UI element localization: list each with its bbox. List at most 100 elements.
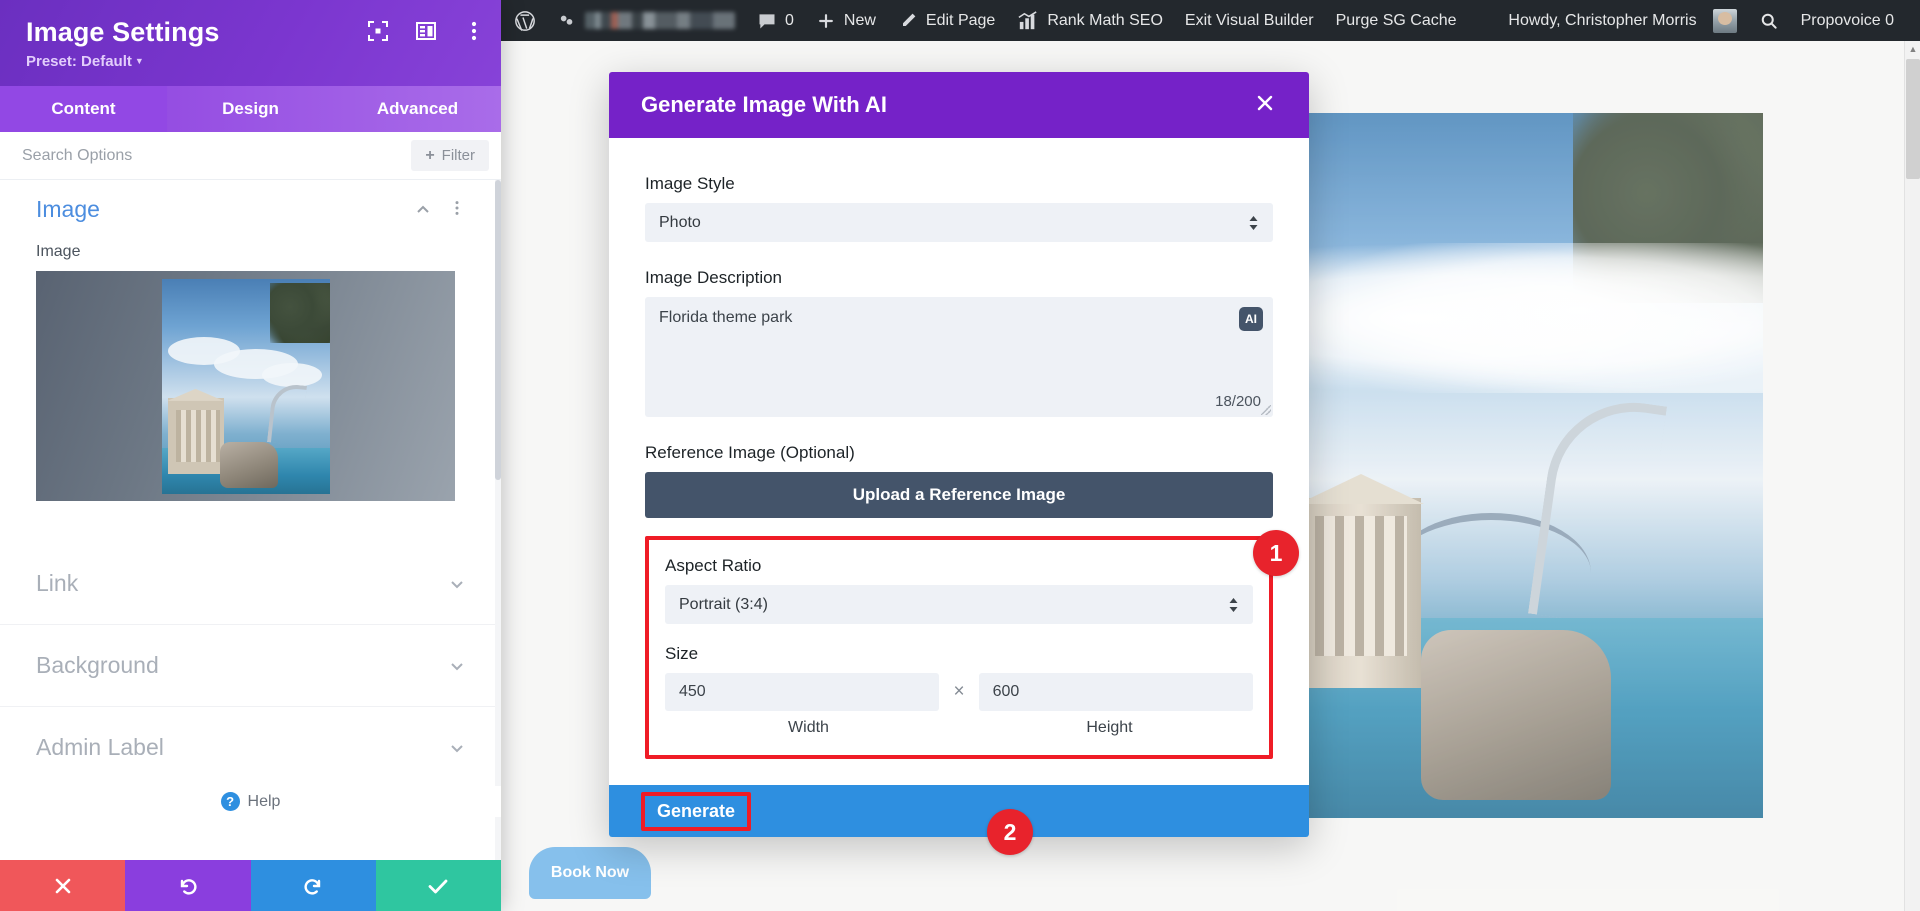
section-background-label: Background	[36, 652, 159, 679]
size-label: Size	[665, 644, 699, 663]
edit-page-button[interactable]: Edit Page	[887, 0, 1006, 41]
propovoice-button[interactable]: Propovoice 0	[1790, 0, 1920, 41]
width-input[interactable]	[665, 673, 940, 711]
image-style-label: Image Style	[645, 174, 735, 193]
panel-scrollbar[interactable]	[495, 180, 501, 860]
ai-badge-icon[interactable]: AI	[1239, 307, 1263, 331]
tab-content[interactable]: Content	[0, 86, 167, 133]
redo-button[interactable]	[250, 860, 376, 911]
focus-icon[interactable]	[367, 20, 389, 42]
annotation-marker-1: 1	[1253, 530, 1299, 576]
section-admin-label-label: Admin Label	[36, 734, 164, 761]
comments-button[interactable]: 0	[746, 0, 805, 41]
settings-panel-body: Image Image Link Background Admin Label …	[0, 180, 501, 860]
admin-search-button[interactable]	[1748, 0, 1790, 41]
rank-math-button[interactable]: Rank Math SEO	[1006, 0, 1174, 41]
aspect-ratio-select[interactable]: Portrait (3:4)	[665, 585, 1253, 624]
select-arrows-icon	[1228, 597, 1239, 613]
plus-icon	[818, 13, 833, 28]
section-background[interactable]: Background	[0, 625, 501, 708]
redo-icon	[304, 878, 321, 894]
image-style-field: Image Style Photo	[645, 174, 1273, 242]
propovoice-label: Propovoice 0	[1800, 11, 1894, 29]
exit-visual-builder-label: Exit Visual Builder	[1184, 11, 1314, 29]
close-icon[interactable]	[1253, 91, 1277, 120]
search-icon	[1761, 13, 1777, 29]
wordpress-logo-icon	[515, 10, 535, 31]
upload-reference-image-button[interactable]: Upload a Reference Image	[645, 472, 1273, 518]
rank-math-label: Rank Math SEO	[1047, 11, 1163, 29]
chevron-down-icon	[449, 658, 465, 674]
section-more-icon[interactable]	[449, 200, 465, 220]
rock-shape	[219, 441, 278, 488]
image-style-select[interactable]: Photo	[645, 203, 1273, 242]
settings-action-bar	[0, 860, 501, 911]
help-icon: ?	[220, 792, 240, 811]
edit-page-label: Edit Page	[925, 11, 996, 29]
undo-icon	[180, 878, 197, 894]
aspect-ratio-field: Aspect Ratio Portrait (3:4)	[665, 556, 1253, 624]
preset-selector[interactable]: Preset: Default ▼	[26, 53, 475, 70]
dashboard-icon	[560, 15, 573, 25]
comments-count: 0	[785, 11, 794, 29]
undo-button[interactable]	[125, 860, 251, 911]
site-name-button[interactable]	[546, 0, 746, 41]
thumbnail-photo	[161, 278, 330, 494]
filter-button-label: Filter	[441, 147, 475, 165]
rank-math-icon	[1018, 10, 1037, 29]
more-options-icon[interactable]	[463, 20, 485, 42]
wordpress-logo-button[interactable]	[501, 0, 546, 41]
size-field: Size × Width Height	[665, 644, 1254, 737]
generate-button-highlight: Generate	[641, 791, 752, 831]
image-description-value: Florida theme park	[659, 309, 793, 326]
modal-footer: Generate	[609, 785, 1309, 837]
coaster-shape	[256, 384, 310, 446]
help-link[interactable]: ? Help	[0, 786, 501, 817]
width-caption: Width	[788, 719, 829, 736]
resize-handle[interactable]	[1261, 405, 1271, 415]
annotation-marker-2: 2	[987, 809, 1033, 855]
image-preview-thumbnail[interactable]	[36, 271, 455, 502]
howdy-user-button[interactable]: Howdy, Christopher Morris	[1497, 0, 1747, 41]
section-link[interactable]: Link	[0, 543, 501, 626]
image-settings-panel: Image Settings Preset: Default ▼ Content…	[0, 0, 501, 911]
comment-icon	[759, 13, 775, 28]
chevron-down-icon: ▼	[134, 56, 144, 67]
image-field-label: Image	[36, 243, 81, 261]
settings-tabs: Content Design Advanced	[0, 86, 501, 133]
layout-panel-icon[interactable]	[415, 20, 437, 42]
preset-label: Preset: Default	[26, 53, 132, 71]
modal-header: Generate Image With AI	[609, 72, 1309, 138]
save-button[interactable]	[375, 860, 501, 911]
multiply-icon: ×	[953, 681, 965, 702]
search-input[interactable]	[22, 146, 412, 165]
generate-button[interactable]: Generate	[651, 797, 741, 826]
chevron-down-icon	[449, 740, 465, 756]
wp-admin-bar: 0 New Edit Page Rank Math SEO Exit Visua…	[501, 0, 1920, 41]
height-input[interactable]	[978, 673, 1254, 711]
check-icon	[428, 879, 448, 893]
exit-visual-builder-button[interactable]: Exit Visual Builder	[1174, 0, 1325, 41]
filter-button[interactable]: + Filter	[411, 140, 489, 172]
new-content-button[interactable]: New	[805, 0, 887, 41]
close-icon	[55, 878, 70, 893]
discard-button[interactable]	[0, 860, 126, 911]
tab-advanced[interactable]: Advanced	[334, 86, 501, 132]
height-caption: Height	[1086, 719, 1133, 736]
modal-title: Generate Image With AI	[641, 92, 887, 117]
section-link-label: Link	[36, 570, 79, 597]
chevron-up-icon[interactable]	[415, 202, 431, 218]
avatar	[1712, 8, 1737, 33]
purge-sg-cache-button[interactable]: Purge SG Cache	[1325, 0, 1468, 41]
temple-shape	[167, 397, 224, 474]
section-admin-label[interactable]: Admin Label	[0, 707, 501, 790]
help-label: Help	[247, 792, 281, 810]
panel-scrollbar-thumb[interactable]	[495, 180, 501, 481]
modal-body: Image Style Photo Image Description Flor…	[609, 138, 1309, 785]
search-row: + Filter	[0, 132, 501, 181]
tab-design[interactable]: Design	[167, 86, 334, 132]
image-description-field: Image Description Florida theme park AI …	[645, 268, 1273, 417]
section-image-title[interactable]: Image	[36, 196, 100, 223]
image-description-textarea[interactable]: Florida theme park AI 18/200	[645, 297, 1273, 417]
image-style-value: Photo	[659, 213, 701, 231]
